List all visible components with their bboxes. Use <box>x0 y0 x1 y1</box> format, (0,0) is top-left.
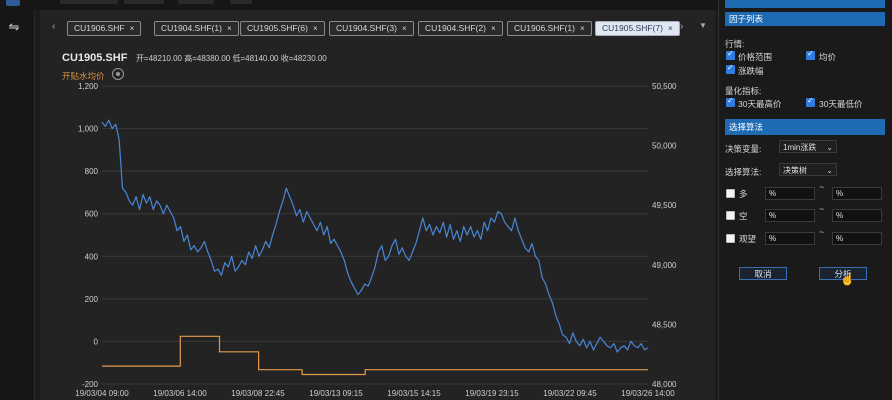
panel-top-strip <box>725 0 885 8</box>
algo-value: 决策树 <box>783 166 807 175</box>
switch-icon[interactable]: ⇋ <box>5 20 23 34</box>
x-tick-label: 19/03/08 22:45 <box>231 389 285 398</box>
condition-to-1[interactable]: % <box>832 209 882 222</box>
y-tick-label-right: 49,000 <box>652 261 677 270</box>
decision-select[interactable]: 1min涨跌 ⌄ <box>779 140 837 153</box>
condition-check-1[interactable] <box>726 211 735 220</box>
check-30d-high[interactable] <box>726 96 735 107</box>
condition-from-2[interactable]: % <box>765 232 815 245</box>
check-price-range-label: 价格范围 <box>738 52 773 62</box>
condition-from-0[interactable]: % <box>765 187 815 200</box>
y-tick-label-left: 1,200 <box>78 82 99 91</box>
condition-check-0[interactable] <box>726 189 735 198</box>
check-change[interactable] <box>726 63 735 74</box>
x-tick-label: 19/03/26 14:00 <box>621 389 675 398</box>
condition-label-2: 观望 <box>739 234 757 244</box>
check-price-range[interactable] <box>726 49 735 60</box>
cancel-button[interactable]: 取消 <box>739 267 787 280</box>
y-tick-label-right: 49,500 <box>652 201 677 210</box>
factor-list-header: 因子列表 <box>725 12 885 26</box>
x-tick-label: 19/03/06 14:00 <box>153 389 207 398</box>
x-tick-label: 19/03/22 09:45 <box>543 389 597 398</box>
chart-window: ‹ › ▼ CU1906.SHF × CU1904.SHF(1) × CU1905.SH… <box>40 10 715 400</box>
y-tick-label-right: 50,500 <box>652 82 677 91</box>
check-avg-price-label: 均价 <box>819 52 837 62</box>
algo-select[interactable]: 决策树 ⌄ <box>779 163 837 176</box>
condition-to-2[interactable]: % <box>832 232 882 245</box>
y-tick-label-left: -200 <box>82 380 99 389</box>
series-line-1 <box>102 335 648 376</box>
y-tick-label-left: 800 <box>85 167 99 176</box>
check-30d-low-label: 30天最低价 <box>819 99 863 109</box>
algo-header: 选择算法 <box>725 119 885 135</box>
x-tick-label: 19/03/15 14:15 <box>387 389 441 398</box>
x-tick-label: 19/03/04 09:00 <box>75 389 129 398</box>
condition-label-0: 多 <box>739 189 748 199</box>
series-line-0 <box>101 119 649 353</box>
algo-label: 选择算法: <box>725 167 762 177</box>
app-logo-icon <box>6 0 20 6</box>
tilde-0: ~ <box>819 182 825 192</box>
mouse-pointer-icon: ☝ <box>840 272 855 286</box>
chevron-down-icon: ⌄ <box>826 143 833 152</box>
condition-label-1: 空 <box>739 211 748 221</box>
y-tick-label-right: 50,000 <box>652 142 677 151</box>
top-strip <box>34 0 718 10</box>
condition-from-1[interactable]: % <box>765 209 815 222</box>
condition-to-0[interactable]: % <box>832 187 882 200</box>
check-avg-price[interactable] <box>806 49 815 60</box>
line-chart: 1,200 1,000 800 600 400 200 0 -200 50,500 50,000 4… <box>75 82 677 398</box>
y-tick-label-left: 400 <box>85 252 99 261</box>
tilde-2: ~ <box>819 227 825 237</box>
y-tick-label-left: 1,000 <box>78 125 99 134</box>
condition-check-2[interactable] <box>726 234 735 243</box>
y-tick-label-right: 48,500 <box>652 320 677 329</box>
y-tick-label-left: 200 <box>85 295 99 304</box>
check-change-label: 涨跌幅 <box>738 66 764 76</box>
tilde-1: ~ <box>819 204 825 214</box>
check-30d-high-label: 30天最高价 <box>738 99 782 109</box>
decision-label: 决策变量: <box>725 144 762 154</box>
check-30d-low[interactable] <box>806 96 815 107</box>
y-tick-label-left: 600 <box>85 210 99 219</box>
left-toolbar: ⇋ <box>0 0 35 400</box>
decision-value: 1min涨跌 <box>783 143 817 152</box>
chevron-down-icon: ⌄ <box>826 166 833 175</box>
right-panel: 因子列表 行情: 价格范围 均价 涨跌幅 量化指标: 30天最高价 30天最低价… <box>718 0 892 400</box>
y-tick-label-left: 0 <box>94 337 99 346</box>
y-tick-label-right: 48,000 <box>652 380 677 389</box>
x-tick-label: 19/03/13 09:15 <box>309 389 363 398</box>
x-tick-label: 19/03/19 23:15 <box>465 389 519 398</box>
